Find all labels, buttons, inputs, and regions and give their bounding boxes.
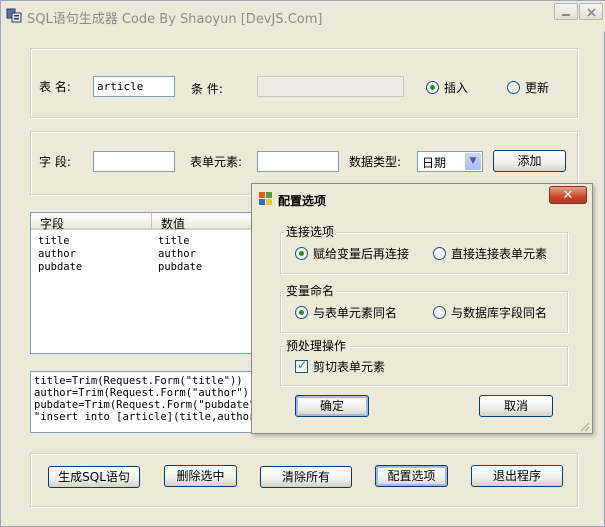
insert-radio[interactable] [426,81,439,94]
naming-opt1-label: 与表单元素同名 [313,306,398,320]
list-item-value: title [158,235,190,247]
list-item-value: pubdate [158,261,203,273]
list-item-value: author [158,248,196,260]
close-icon: ✕ [562,188,574,203]
output-line: author=Trim(Request.Form("author")) [34,387,256,399]
exit-button[interactable]: 退出程序 [471,465,563,487]
close-button[interactable] [579,3,603,20]
resize-grip-icon[interactable] [578,420,590,432]
add-button[interactable]: 添加 [493,150,566,172]
dialog-title-bar[interactable]: 配置选项 ✕ [252,184,592,212]
table-name-input[interactable]: article [93,76,175,97]
dialog-app-icon [259,192,272,205]
data-type-value: 日期 [422,156,447,170]
data-type-select[interactable]: 日期 ▼ [417,151,483,172]
naming-legend: 变量命名 [284,282,337,299]
window-title: SQL语句生成器 Code By Shaoyun [DevJS.Com] [27,12,323,27]
connection-opt2-label: 直接连接表单元素 [451,247,548,261]
output-line: "insert into [article](title,author,p [34,411,268,423]
connection-legend: 连接选项 [284,223,337,240]
column-header-field[interactable]: 字段 [31,213,152,231]
title-bar[interactable]: SQL语句生成器 Code By Shaoyun [DevJS.Com] [1,1,605,31]
field-label: 字 段: [39,155,71,169]
list-item[interactable]: author [38,248,76,260]
clear-all-button[interactable]: 清除所有 [260,466,352,488]
form-element-label: 表单元素: [190,155,243,169]
minimize-button[interactable] [554,3,578,20]
sql-output-textarea[interactable]: title=Trim(Request.Form("title")) author… [30,371,270,433]
delete-selected-button[interactable]: 删除选中 [164,465,237,487]
dialog-close-button[interactable]: ✕ [549,186,587,204]
ok-button[interactable]: 确定 [295,395,369,417]
generate-sql-button[interactable]: 生成SQL语句 [48,466,140,488]
connection-opt2-radio[interactable] [433,247,446,260]
app-icon [6,7,23,24]
update-radio[interactable] [507,81,520,94]
field-input[interactable] [93,151,175,172]
output-line: title=Trim(Request.Form("title")) [34,375,243,387]
connection-opt1-radio[interactable] [295,247,308,260]
data-type-label: 数据类型: [349,155,402,169]
column-header-field-label: 字段 [40,217,65,231]
output-line: pubdate=Trim(Request.Form("pubdate")) [34,399,268,411]
condition-label: 条 件: [191,82,223,96]
table-name-label: 表 名: [39,80,71,94]
config-dialog: 配置选项 ✕ 连接选项 赋给变量后再连接 直接连接表单元素 变量命名 与表单元素… [251,183,593,434]
form-element-input[interactable] [257,151,339,172]
minimize-icon [562,14,570,16]
cancel-button[interactable]: 取消 [479,395,553,417]
listview-header: 字段 数值 [31,213,277,231]
connection-opt1-label: 赋给变量后再连接 [313,247,410,261]
field-listview[interactable]: 字段 数值 title title author author pubdate … [30,212,278,354]
chevron-down-icon[interactable]: ▼ [465,153,481,170]
naming-opt1-radio[interactable] [295,306,308,319]
close-icon [587,8,596,17]
update-label: 更新 [525,81,550,95]
naming-opt2-label: 与数据库字段同名 [451,306,548,320]
dialog-title: 配置选项 [278,194,327,208]
naming-opt2-radio[interactable] [433,306,446,319]
config-options-button[interactable]: 配置选项 [375,465,448,487]
insert-label: 插入 [444,81,469,95]
preprocess-legend: 预处理操作 [284,337,349,354]
cut-form-elements-checkbox[interactable] [295,358,308,373]
list-item[interactable]: pubdate [38,261,82,273]
list-item[interactable]: title [38,235,70,247]
cut-form-elements-label: 剪切表单元素 [313,360,386,374]
condition-input[interactable] [257,76,404,97]
column-header-value-label: 数值 [161,217,186,231]
